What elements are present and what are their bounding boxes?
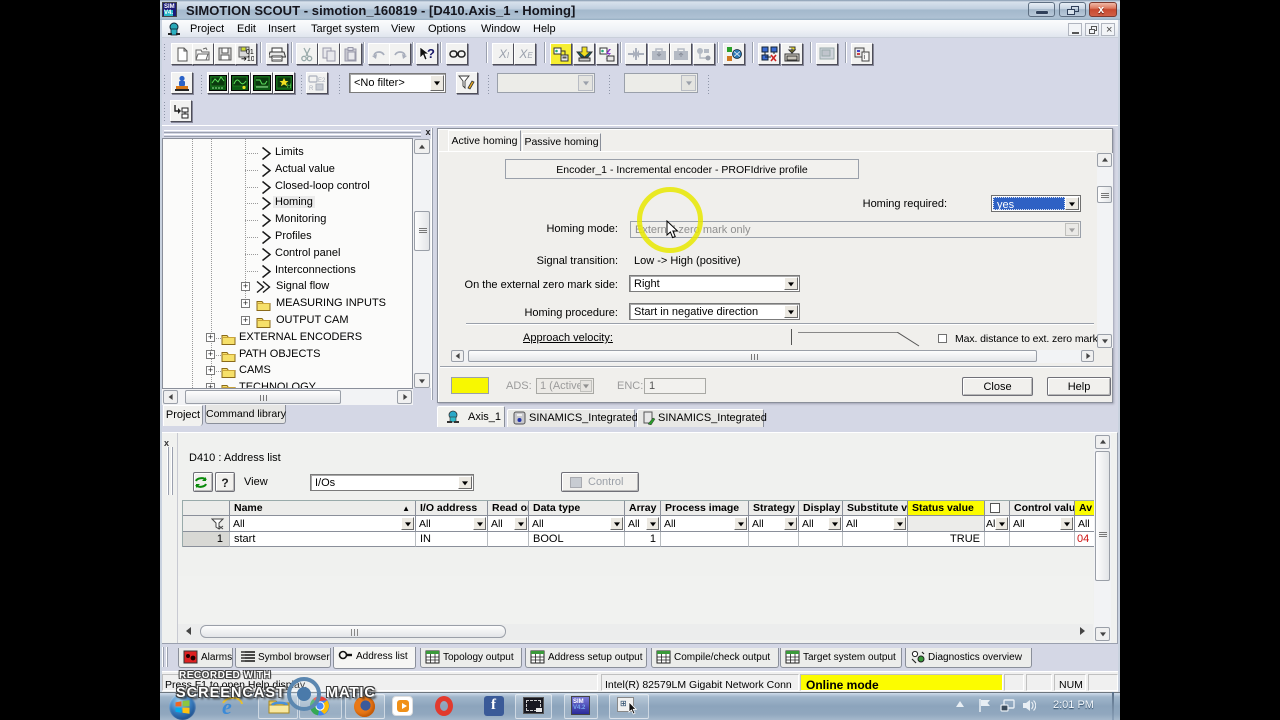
svg-text:01: 01	[246, 49, 254, 56]
svg-text:E2: E2	[318, 78, 326, 84]
svg-text:➔10: ➔10	[241, 56, 254, 62]
svg-text:R: R	[309, 86, 314, 91]
svg-text:H: H	[287, 84, 291, 90]
svg-text:?: ?	[427, 46, 435, 61]
